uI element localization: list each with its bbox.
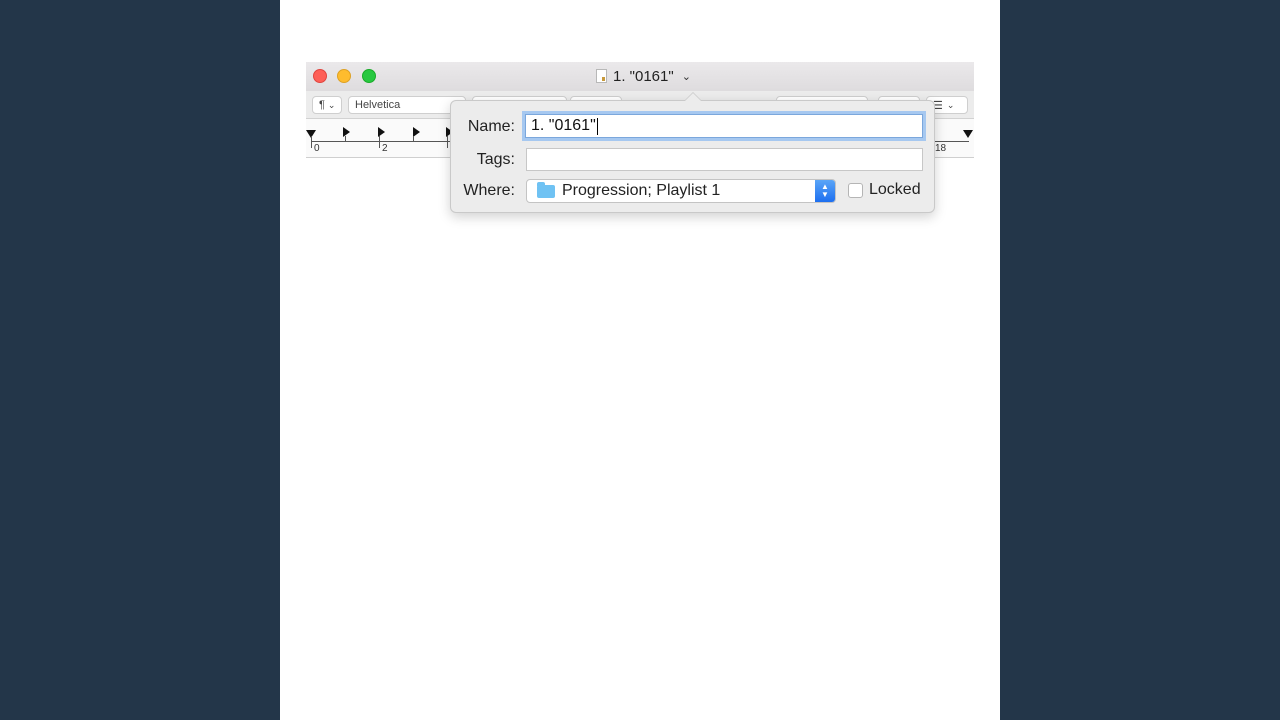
ruler-tick <box>311 136 312 148</box>
minimize-button[interactable] <box>337 69 351 83</box>
chevron-down-icon: ⌄ <box>681 70 691 83</box>
chevron-down-icon: ⌄ <box>946 99 955 110</box>
where-popup[interactable]: Progression; Playlist 1 ▲ ▼ <box>526 179 836 203</box>
text-cursor <box>596 117 598 135</box>
document-icon <box>596 69 607 83</box>
document-page: 1. "0161" ⌄ ¶ ⌄ Helvetica ☰ ⌄ 0 2 18 Nam… <box>280 0 1000 720</box>
where-value: Progression; Playlist 1 <box>562 182 721 199</box>
locked-label: Locked <box>869 181 921 198</box>
font-family-popup[interactable]: Helvetica <box>348 96 466 114</box>
window-title-menu[interactable]: 1. "0161" ⌄ <box>596 66 691 86</box>
close-button[interactable] <box>313 69 327 83</box>
locked-checkbox[interactable] <box>848 183 863 198</box>
tab-stop[interactable] <box>413 127 420 137</box>
window-title: 1. "0161" <box>613 67 674 85</box>
tags-field[interactable] <box>526 148 923 171</box>
where-label: Where: <box>463 182 515 199</box>
name-label: Name: <box>467 118 515 135</box>
right-margin-marker[interactable] <box>963 130 973 138</box>
ruler-tick <box>345 136 346 142</box>
ruler-number: 0 <box>314 143 320 154</box>
popup-stepper-icon: ▲ ▼ <box>815 180 835 202</box>
paragraph-style-popup[interactable]: ¶ ⌄ <box>312 96 342 114</box>
paragraph-icon: ¶ <box>319 99 325 111</box>
title-bar[interactable]: 1. "0161" ⌄ <box>306 62 974 91</box>
rename-popover: Name: 1. "0161" Tags: Where: Progression… <box>450 92 935 213</box>
ruler-number: 2 <box>382 143 388 154</box>
zoom-button[interactable] <box>362 69 376 83</box>
ruler-tick <box>379 136 380 148</box>
name-value: 1. "0161" <box>531 117 596 134</box>
name-field[interactable]: 1. "0161" <box>525 114 923 138</box>
ruler-tick <box>447 136 448 148</box>
folder-icon <box>537 181 555 198</box>
font-family-label: Helvetica <box>355 99 401 111</box>
popover-arrow <box>684 92 702 101</box>
tags-label: Tags: <box>476 151 515 168</box>
ruler-number: 18 <box>935 143 947 154</box>
chevron-down-icon: ⌄ <box>327 99 336 110</box>
ruler-tick <box>413 136 414 142</box>
